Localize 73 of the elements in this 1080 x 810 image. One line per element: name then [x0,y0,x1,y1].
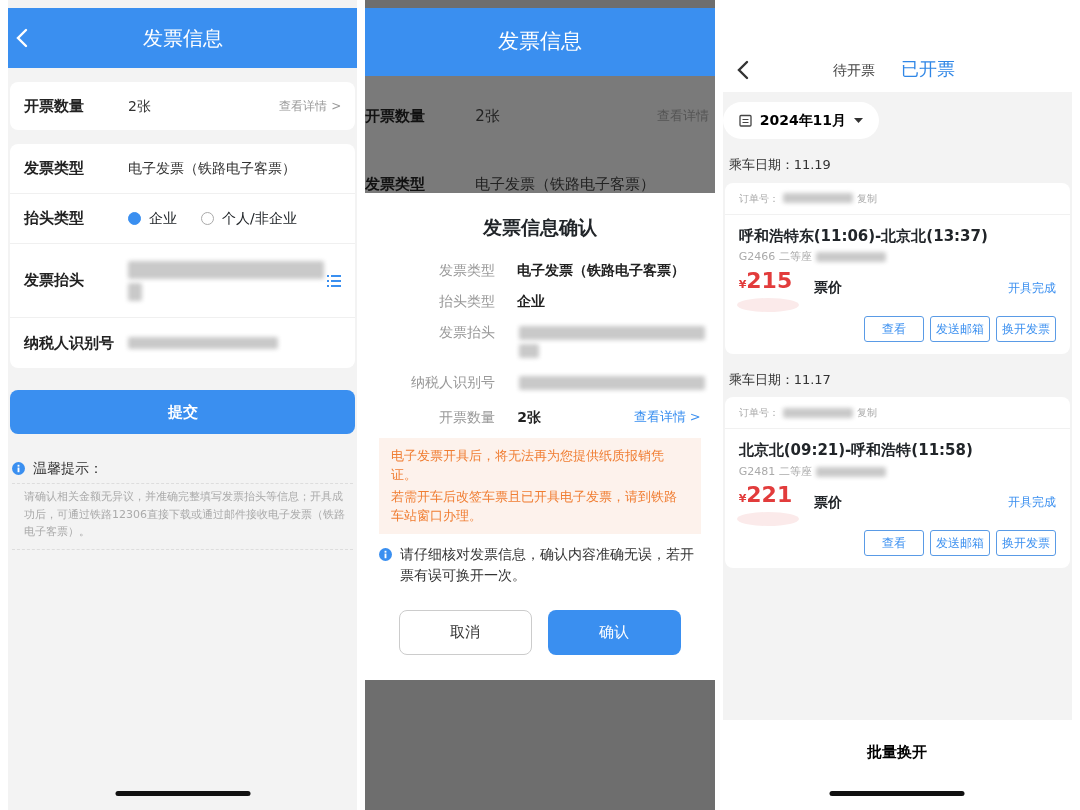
page-title: 发票信息 [365,8,715,76]
copy-link[interactable]: 复制 [856,405,877,420]
field-label: 发票抬头 [438,322,496,342]
calendar-icon [738,114,752,127]
field-value: 2张 [128,96,151,116]
warning-text: 若需开车后改签车票且已开具电子发票，请到铁路车站窗口办理。 [391,487,679,525]
blurred-value [782,193,853,203]
field-label: 发票抬头 [24,270,85,292]
blurred-value [815,252,886,263]
action-button[interactable]: 查看 [864,530,924,556]
blurred-value [782,407,853,418]
action-button[interactable]: 查看 [864,315,924,342]
copy-link[interactable]: 复制 [856,190,877,206]
field-label: 开票数量 [438,407,496,427]
details-link[interactable]: 查看详情 > [633,406,701,428]
tab[interactable]: 已开票 [900,55,955,82]
details-link[interactable]: 查看详情 > [279,97,342,115]
month-picker[interactable]: 2024年11月 [722,102,880,139]
page-title: 发票信息 [142,25,223,52]
train-info: G2466 二等座 [738,249,812,265]
tab[interactable]: 待开票 [832,60,875,81]
radio-option[interactable]: 个人/非企业 [201,208,297,229]
back-icon[interactable] [736,60,749,80]
order-label: 订单号： [738,191,779,206]
confirm-button[interactable]: 确认 [548,609,681,655]
field-label: 开票数量 [24,95,85,117]
field-label: 发票类型 [24,158,85,180]
blurred-value [815,466,886,477]
price-text: ¥221 [738,484,793,506]
note-text: 请仔细核对发票信息，确认内容准确无误，若开票有误可换开一次。 [400,544,696,585]
field-label: 开票数量 [365,105,427,127]
action-button[interactable]: 换开发票 [996,315,1056,342]
action-button[interactable]: 发送邮箱 [930,315,990,342]
radio-option[interactable]: 企业 [128,208,177,229]
blurred-value [128,282,142,301]
blurred-value [519,343,540,358]
field-label: 发票类型 [438,260,496,280]
field-label: 纳税人识别号 [410,372,496,392]
price-text: ¥215 [738,269,793,292]
info-icon [379,547,393,561]
field-label: 发票类型 [365,173,427,193]
date-label: 乘车日期：11.19 [728,156,832,174]
warning-text: 电子发票开具后，将无法再为您提供纸质报销凭证。 [391,446,666,484]
status-text: 开具完成 [1008,494,1056,511]
route-text: 呼和浩特东(11:06)-北京北(13:37) [737,225,989,247]
price-label: 票价 [814,278,843,297]
list-icon[interactable] [327,274,342,287]
dialog-title: 发票信息确认 [482,215,598,240]
info-icon [12,462,25,475]
field-value: 电子发票（铁路电子客票） [517,260,686,280]
tip-title: 温馨提示： [33,459,103,478]
route-text: 北京北(09:21)-呼和浩特(11:58) [737,440,974,461]
status-text: 开具完成 [1008,279,1056,297]
cancel-button[interactable]: 取消 [399,609,532,655]
action-button[interactable]: 换开发票 [996,530,1056,556]
date-label: 乘车日期：11.17 [728,370,832,389]
field-label: 抬头类型 [438,291,496,311]
radio-button[interactable] [128,212,141,225]
submit-button[interactable]: 提交 [10,390,356,434]
field-label: 抬头类型 [24,208,85,230]
field-value: 企业 [517,291,546,311]
field-value: 2张 [475,105,500,127]
tip-text: 请确认相关金额无异议，并准确完整填写发票抬头等信息；开具成功后，可通过铁路12306直接下载或通过邮件接收电子发票（铁路电子客票）。 [12,483,354,550]
order-label: 订单号： [738,406,779,420]
batch-reissue-button[interactable]: 批量换开 [861,740,934,765]
field-value: 2张 [517,407,542,427]
action-button[interactable]: 发送邮箱 [930,530,990,556]
train-info: G2481 二等座 [738,463,812,480]
price-label: 票价 [814,492,843,512]
caret-icon [854,118,864,123]
field-value: 电子发票（铁路电子客票） [128,159,296,178]
field-label: 纳税人识别号 [24,332,115,354]
field-value: 电子发票（铁路电子客票） [475,173,656,193]
